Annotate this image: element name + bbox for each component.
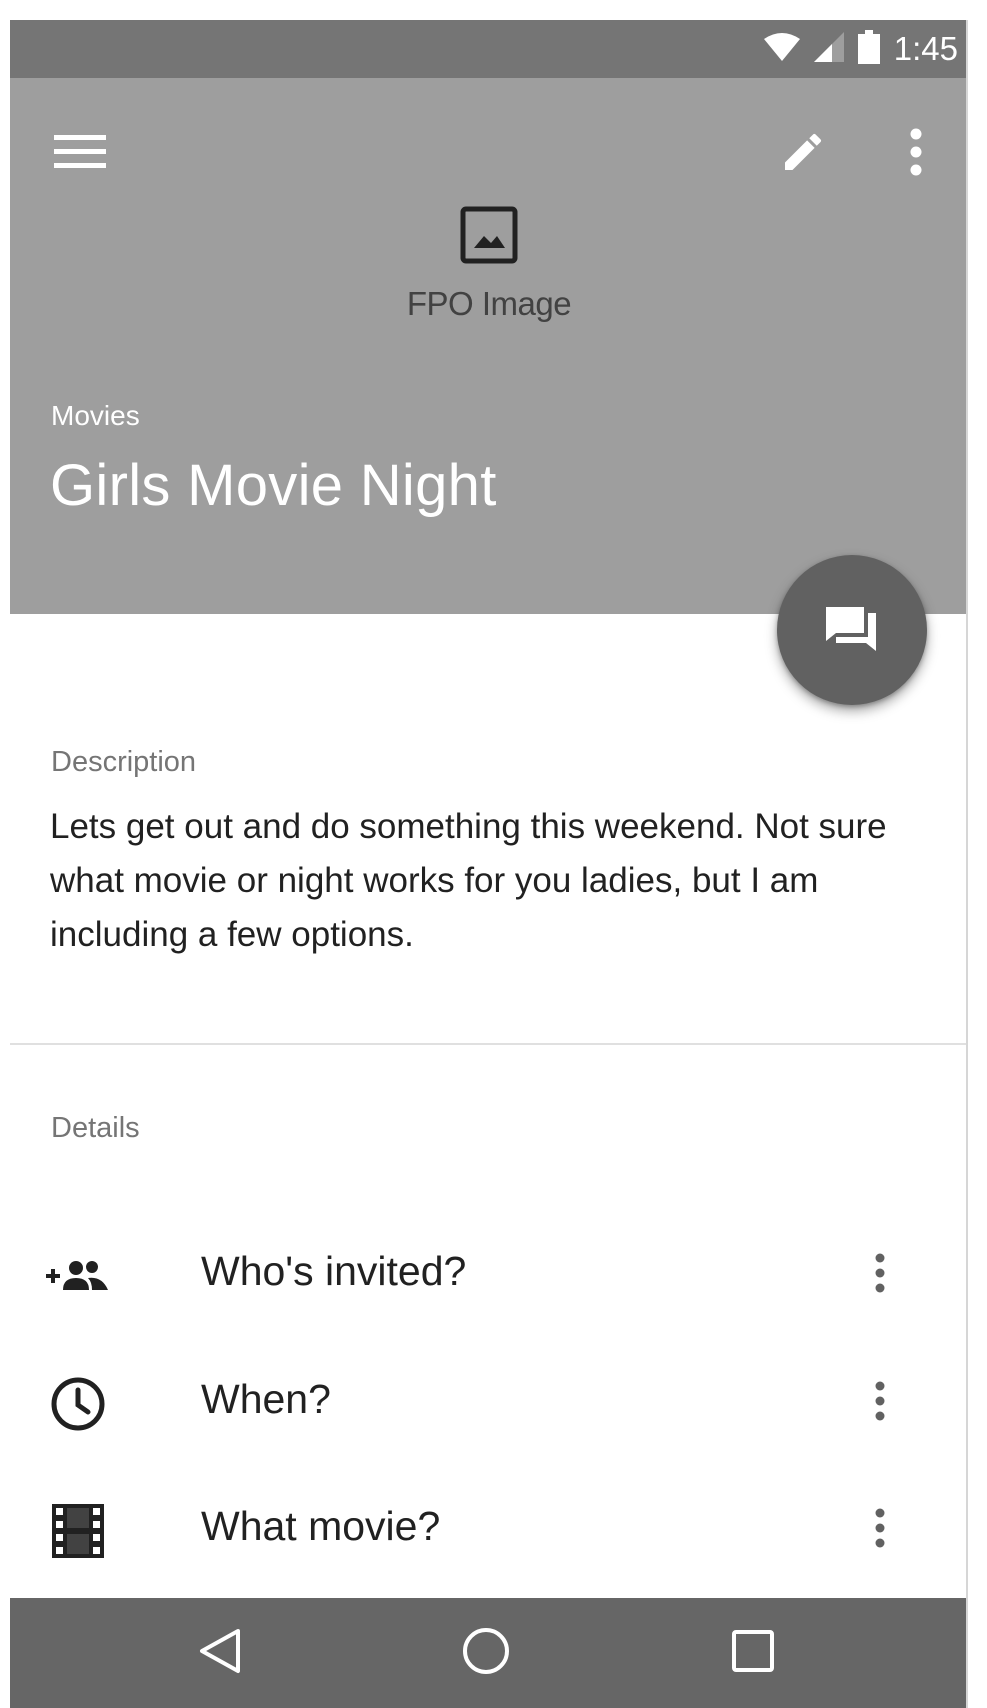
event-title: Girls Movie Night — [50, 453, 497, 518]
detail-row-movie[interactable]: What movie? — [10, 1475, 966, 1585]
event-category: Movies — [51, 400, 140, 431]
clock-icon — [46, 1372, 110, 1436]
description-text: Lets get out and do something this weeke… — [50, 807, 887, 954]
detail-row-label: What movie? — [201, 1503, 441, 1549]
status-icons: 1:45 — [763, 28, 958, 70]
detail-row-when[interactable]: When? — [10, 1348, 966, 1458]
recents-button[interactable] — [713, 1618, 793, 1688]
more-options-button[interactable] — [876, 114, 956, 194]
detail-row-invited[interactable]: Who's invited? — [10, 1220, 966, 1330]
status-time: 1:45 — [893, 30, 958, 67]
section-divider — [10, 1043, 966, 1045]
more-vert-icon — [874, 1253, 886, 1298]
menu-icon — [54, 132, 106, 177]
system-nav-bar — [10, 1598, 966, 1708]
detail-row-label: When? — [201, 1376, 331, 1422]
image-placeholder-label: FPO Image — [406, 285, 572, 322]
home-button[interactable] — [446, 1618, 526, 1688]
wifi-icon — [763, 32, 800, 66]
recents-icon — [731, 1629, 775, 1678]
chat-fab[interactable] — [777, 555, 927, 705]
status-bar: 1:45 — [10, 20, 966, 78]
more-vert-icon — [874, 1381, 886, 1426]
app-screen: 1:45 FPO Image Movies Girls Movie Night … — [10, 20, 968, 1708]
more-vert-icon — [874, 1508, 886, 1553]
event-header: FPO Image Movies Girls Movie Night — [10, 78, 966, 614]
back-icon — [198, 1627, 242, 1680]
group-add-icon — [46, 1244, 110, 1308]
row-more-button[interactable] — [850, 1370, 910, 1436]
cell-signal-icon — [813, 31, 844, 67]
edit-button[interactable] — [763, 114, 843, 194]
movie-film-icon — [46, 1499, 110, 1563]
edit-icon — [779, 128, 827, 181]
home-icon — [461, 1626, 511, 1681]
description-label: Description — [51, 746, 197, 778]
details-label: Details — [51, 1112, 140, 1144]
image-placeholder: FPO Image — [10, 206, 966, 323]
menu-button[interactable] — [40, 114, 120, 194]
image-icon — [460, 206, 518, 269]
back-button[interactable] — [180, 1618, 260, 1688]
more-vert-icon — [909, 128, 923, 181]
battery-icon — [857, 29, 880, 69]
row-more-button[interactable] — [850, 1242, 910, 1308]
forum-icon — [826, 605, 878, 656]
row-more-button[interactable] — [850, 1497, 910, 1563]
detail-row-label: Who's invited? — [201, 1248, 467, 1294]
